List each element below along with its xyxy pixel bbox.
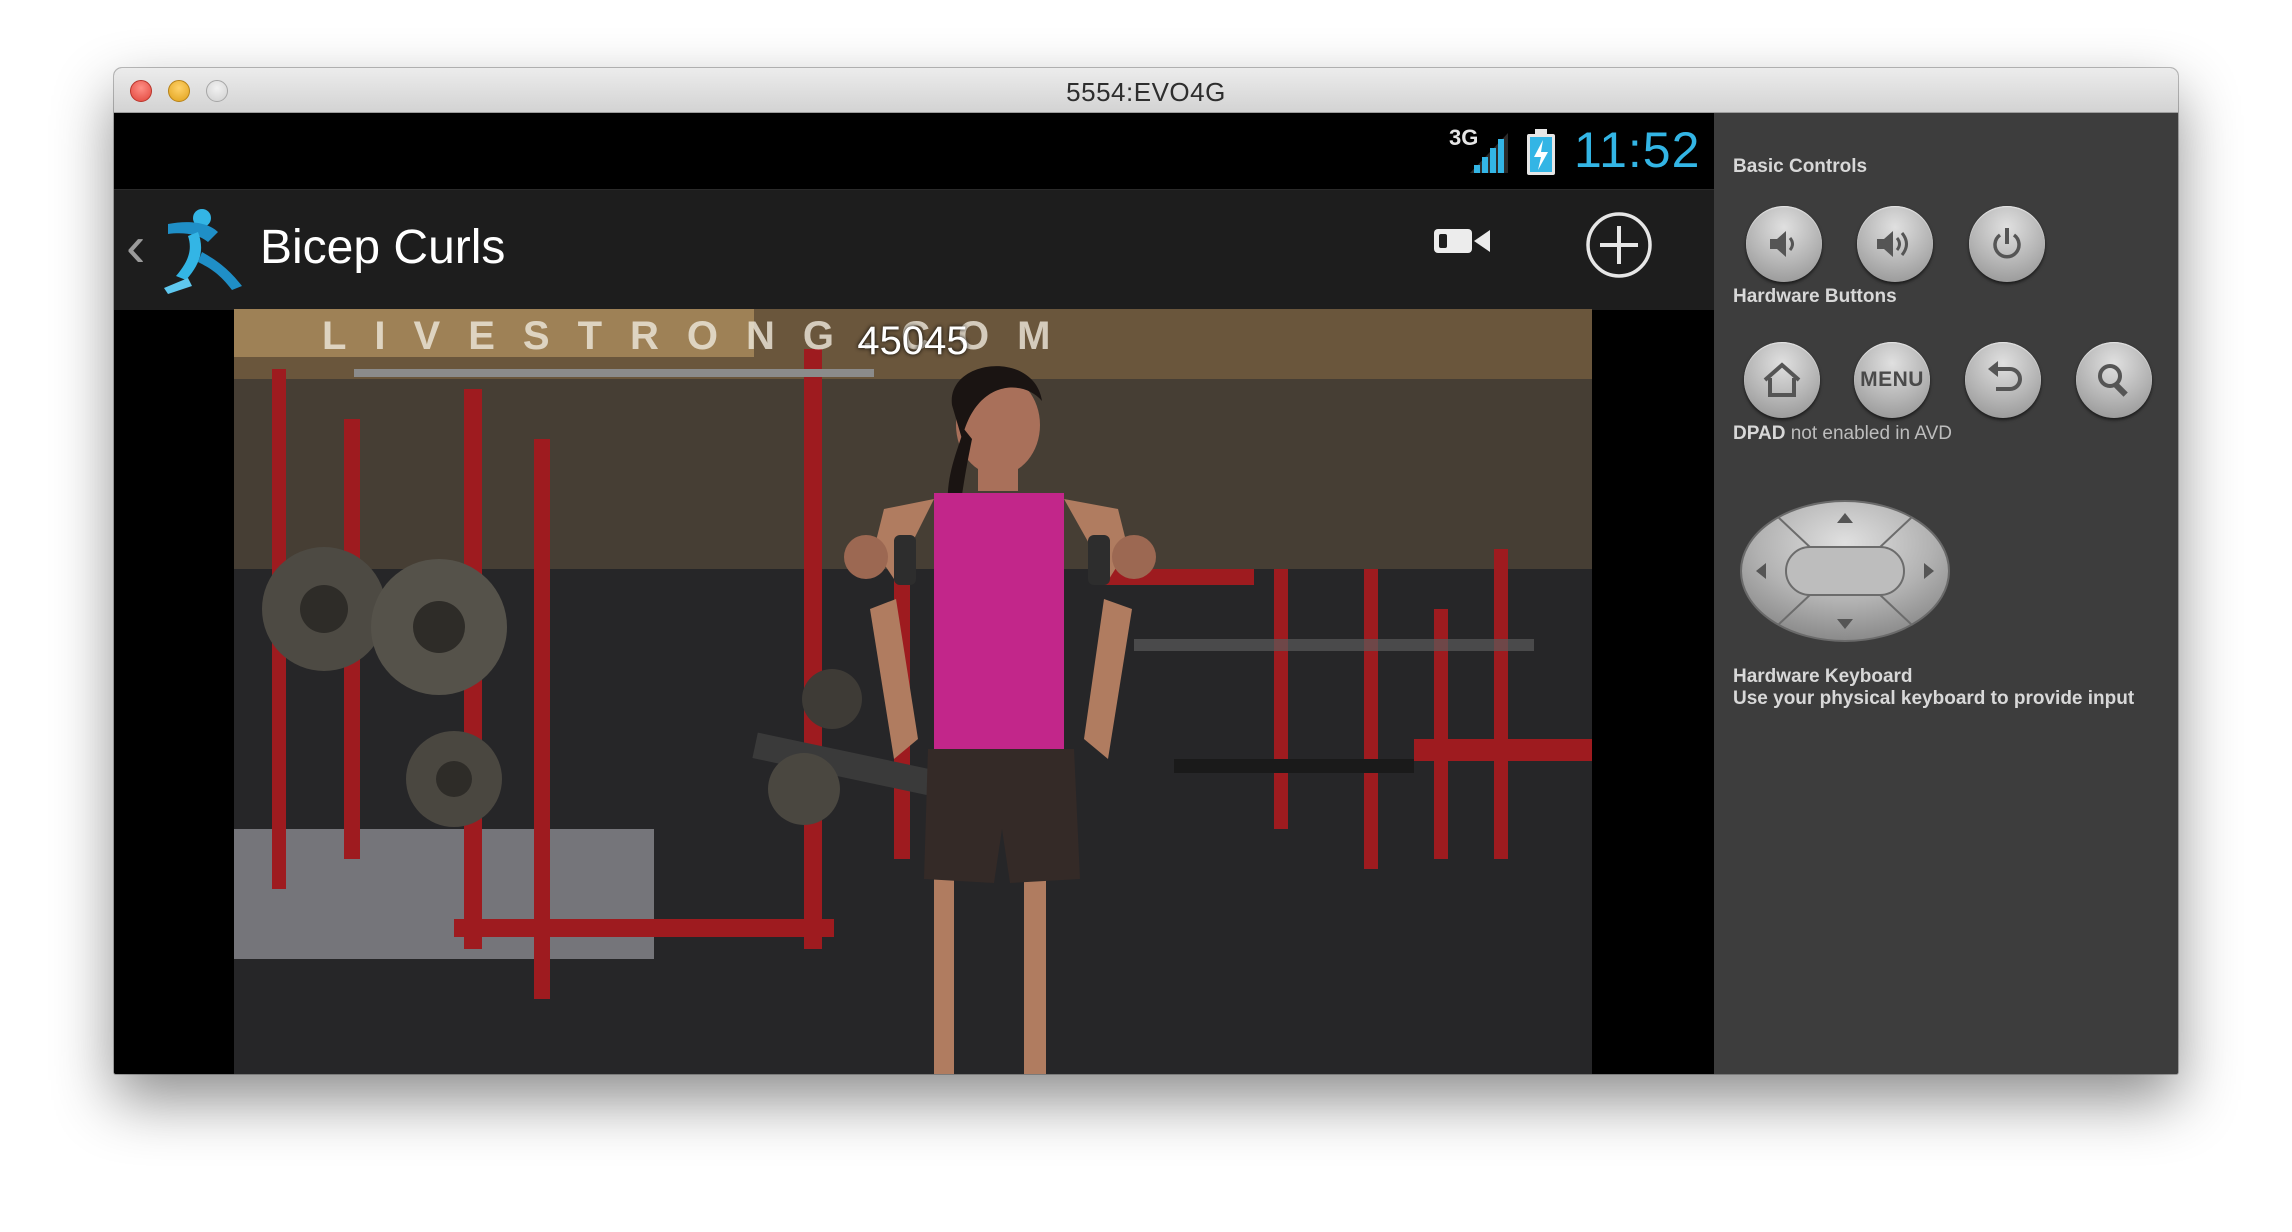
battery-charging-icon	[1524, 127, 1558, 182]
back-chevron-icon[interactable]: ‹	[126, 218, 145, 276]
hardware-buttons-label: Hardware Buttons	[1733, 286, 1897, 307]
dpad-label: DPAD not enabled in AVD	[1733, 423, 1952, 444]
power-icon	[1993, 228, 2021, 259]
dpad-control[interactable]	[1738, 499, 1952, 648]
search-button[interactable]	[2076, 342, 2152, 418]
volume-up-button[interactable]	[1857, 206, 1933, 282]
back-arrow-icon	[1988, 361, 2022, 391]
hardware-keyboard-label: Hardware Keyboard	[1733, 666, 1913, 687]
volume-down-icon	[1770, 231, 1794, 257]
video-camera-icon[interactable]	[1432, 226, 1492, 261]
add-circle-icon[interactable]	[1584, 210, 1654, 285]
home-icon	[1763, 362, 1801, 397]
video-frame-illustration: LIVESTRONG.COM	[234, 309, 1592, 1074]
search-icon	[2098, 364, 2128, 397]
app-logo-icon[interactable]	[158, 202, 248, 303]
window-titlebar[interactable]: 5554:EVO4G	[114, 68, 2178, 113]
status-clock: 11:52	[1574, 122, 1701, 178]
back-button[interactable]	[1965, 342, 2041, 418]
basic-controls-label: Basic Controls	[1733, 156, 1868, 177]
menu-button-label: MENU	[1860, 368, 1924, 391]
menu-button[interactable]: MENU	[1854, 342, 1930, 418]
device-screen[interactable]: 3G 11:52 ‹ Bicep Curls LIVESTRONG.COM 45…	[114, 113, 1714, 1074]
emulator-window: 5554:EVO4G 3G 11:52 ‹ Bicep Curls LIVEST…	[114, 68, 2178, 1074]
volume-down-button[interactable]	[1746, 206, 1822, 282]
video-player[interactable]: LIVESTRONG.COM 45045	[234, 309, 1592, 1074]
video-overlay-counter: 45045	[857, 319, 969, 363]
app-action-bar: ‹ Bicep Curls	[114, 189, 1714, 310]
signal-strength-icon	[1462, 127, 1512, 180]
emulator-controls-panel: Basic Controls Hardware Buttons MENU DPA…	[1714, 113, 2178, 1074]
window-title: 5554:EVO4G	[1066, 77, 1226, 107]
volume-up-icon	[1877, 231, 1908, 257]
hardware-keyboard-description: Use your physical keyboard to provide in…	[1733, 688, 2135, 709]
home-button[interactable]	[1744, 342, 1820, 418]
dpad-icon	[1740, 500, 1950, 642]
power-button[interactable]	[1969, 206, 2045, 282]
android-status-bar: 3G 11:52	[114, 113, 1714, 189]
screen-title: Bicep Curls	[260, 221, 506, 274]
